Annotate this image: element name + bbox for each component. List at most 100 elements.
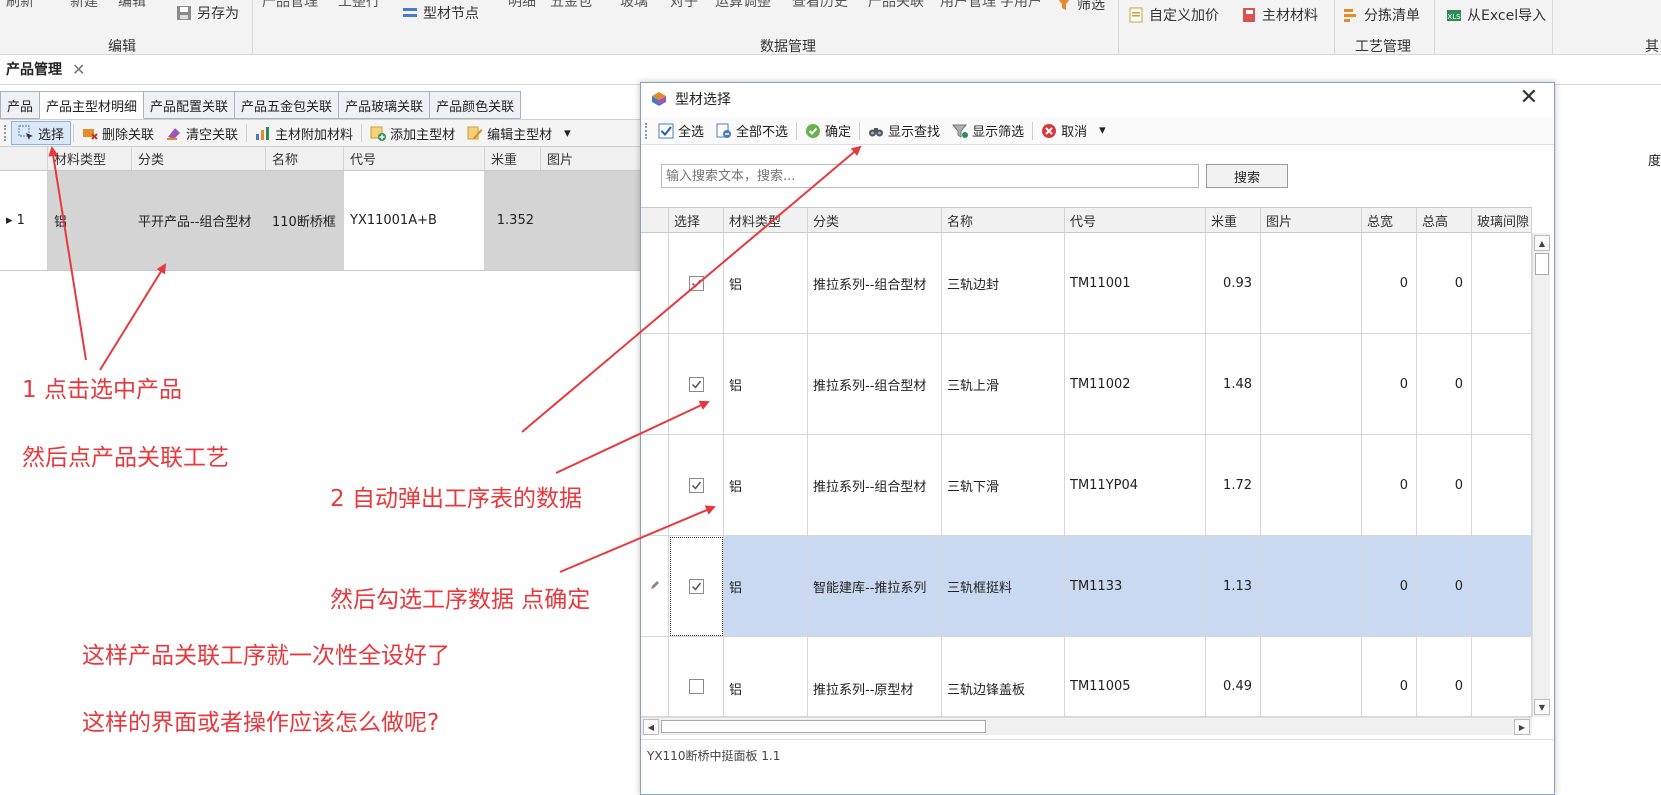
cell-material[interactable]: 铝 (724, 536, 808, 637)
cell-material[interactable]: 铝 (724, 233, 808, 334)
cell-code[interactable]: TM11002 (1065, 334, 1206, 435)
import-excel-button[interactable]: XLS 从Excel导入 (1446, 5, 1546, 25)
sub-user-button[interactable]: 字用户 (1000, 0, 1042, 11)
column-header-category[interactable]: 分类 (808, 207, 942, 233)
column-header-code[interactable]: 代号 (344, 147, 485, 171)
profile-node-button[interactable]: 型材节点 (402, 3, 479, 23)
row-indicator[interactable] (641, 637, 669, 717)
cell-total-height[interactable]: 0 (1417, 536, 1472, 637)
scroll-left-icon[interactable]: ◀ (643, 719, 659, 735)
custom-price-button[interactable]: 自定义加价 (1128, 5, 1219, 25)
select-all-button[interactable]: 全选 (652, 119, 710, 143)
cell-image[interactable] (1261, 536, 1362, 637)
add-main-profile-button[interactable]: 添加主型材 (364, 121, 461, 145)
cell-name[interactable]: 110断桥框 (266, 171, 344, 271)
cell-name[interactable]: 三轨上滑 (942, 334, 1065, 435)
show-find-button[interactable]: 显示查找 (862, 119, 946, 143)
cell-category[interactable]: 推拉系列--组合型材 (808, 334, 942, 435)
scroll-down-icon[interactable]: ▼ (1534, 699, 1550, 715)
cell-weight[interactable]: 0.93 (1206, 233, 1261, 334)
row-checkbox[interactable] (688, 679, 704, 694)
cell-image[interactable] (1261, 637, 1362, 717)
cell-category[interactable]: 智能建库--推拉系列 (808, 536, 942, 637)
confirm-button[interactable]: 确定 (799, 119, 857, 143)
column-header-category[interactable]: 分类 (132, 147, 266, 171)
row-edit-indicator[interactable] (641, 536, 669, 637)
product-manage-tab[interactable]: 产品管理 ✕ (6, 59, 85, 79)
save-as-button[interactable]: 另存为 (176, 3, 239, 23)
row-checkbox-cell[interactable] (669, 233, 724, 334)
column-header-name[interactable]: 名称 (942, 207, 1065, 233)
product-manage-button[interactable]: 产品管理 (262, 0, 318, 11)
column-header-total-width[interactable]: 总宽 (1362, 207, 1417, 233)
new-button[interactable]: 新建 (70, 0, 98, 11)
horizontal-scroll-thumb[interactable] (661, 720, 986, 733)
cell-total-width[interactable]: 0 (1362, 233, 1417, 334)
row-checkbox[interactable] (688, 578, 704, 594)
pair-button[interactable]: 对子 (670, 0, 698, 11)
column-header-image[interactable]: 图片 (1261, 207, 1362, 233)
dialog-toolbar-more-dropdown[interactable]: ▾ (1093, 119, 1112, 143)
clear-link-button[interactable]: 清空关联 (160, 121, 244, 145)
cell-weight[interactable]: 1.352 (485, 171, 541, 271)
row-checkbox[interactable] (688, 275, 704, 291)
row-checkbox-cell[interactable] (669, 637, 724, 717)
cell-total-width[interactable]: 0 (1362, 536, 1417, 637)
column-header-name[interactable]: 名称 (266, 147, 344, 171)
row-button[interactable]: 工整行 (338, 0, 380, 11)
cell-total-width[interactable]: 0 (1362, 435, 1417, 536)
row-checkbox-cell[interactable] (669, 334, 724, 435)
cell-image[interactable] (1261, 233, 1362, 334)
cell-name[interactable]: 三轨边封 (942, 233, 1065, 334)
cell-glass-gap[interactable] (1472, 435, 1532, 536)
glass-button[interactable]: 玻璃 (620, 0, 648, 11)
tab-color-link[interactable]: 产品颜色关联 (430, 91, 522, 119)
tab-glass-link[interactable]: 产品玻璃关联 (339, 91, 431, 119)
row-indicator[interactable] (641, 334, 669, 435)
row-indicator[interactable] (641, 435, 669, 536)
cell-code[interactable]: TM11005 (1065, 637, 1206, 717)
cell-weight[interactable]: 0.49 (1206, 637, 1261, 717)
cell-category[interactable]: 推拉系列--组合型材 (808, 233, 942, 334)
cell-glass-gap[interactable] (1472, 637, 1532, 717)
cell-code[interactable]: TM1133 (1065, 536, 1206, 637)
dialog-close-icon[interactable]: ✕ (1520, 87, 1538, 109)
cell-total-height[interactable]: 0 (1417, 435, 1472, 536)
cell-category[interactable]: 平开产品--组合型材 (132, 171, 266, 271)
refresh-button[interactable]: 刷新 (6, 0, 34, 11)
scroll-right-icon[interactable]: ▶ (1514, 719, 1530, 735)
user-manage-button[interactable]: 用户管理 (940, 0, 996, 11)
column-header-material[interactable]: 材料类型 (724, 207, 808, 233)
row-indicator[interactable] (641, 233, 669, 334)
row-checkbox[interactable] (688, 376, 704, 392)
select-button[interactable]: 选择 (11, 121, 72, 145)
cell-weight[interactable]: 1.48 (1206, 334, 1261, 435)
row-checkbox-cell[interactable] (669, 536, 724, 637)
cell-name[interactable]: 三轨框挺料 (942, 536, 1065, 637)
detail-button[interactable]: 明细 (508, 0, 536, 11)
cell-category[interactable]: 推拉系列--原型材 (808, 637, 942, 717)
cell-total-height[interactable]: 0 (1417, 233, 1472, 334)
vertical-scroll-thumb[interactable] (1535, 253, 1549, 275)
cancel-button[interactable]: 取消 (1035, 119, 1093, 143)
cell-total-width[interactable]: 0 (1362, 637, 1417, 717)
cell-total-height[interactable]: 0 (1417, 334, 1472, 435)
tab-product[interactable]: 产品 (0, 91, 41, 119)
cell-code[interactable]: TM11001 (1065, 233, 1206, 334)
tab-hardware-link[interactable]: 产品五金包关联 (235, 91, 340, 119)
cell-code[interactable]: YX11001A+B (344, 171, 485, 271)
hardware-button[interactable]: 五金包 (550, 0, 592, 11)
history-button[interactable]: 查看历史 (792, 0, 848, 11)
delete-link-button[interactable]: 删除关联 (76, 121, 160, 145)
cell-image[interactable] (1261, 334, 1362, 435)
search-button[interactable]: 搜索 (1206, 164, 1288, 188)
cell-total-width[interactable]: 0 (1362, 334, 1417, 435)
column-header-material[interactable]: 材料类型 (48, 147, 132, 171)
column-header-weight[interactable]: 米重 (1206, 207, 1261, 233)
cell-material[interactable]: 铝 (724, 334, 808, 435)
row-checkbox[interactable] (688, 477, 704, 493)
cell-name[interactable]: 三轨边锋盖板 (942, 637, 1065, 717)
show-filter-button[interactable]: 显示筛选 (946, 119, 1030, 143)
column-header-weight[interactable]: 米重 (485, 147, 541, 171)
column-header-total-height[interactable]: 总高 (1417, 207, 1472, 233)
